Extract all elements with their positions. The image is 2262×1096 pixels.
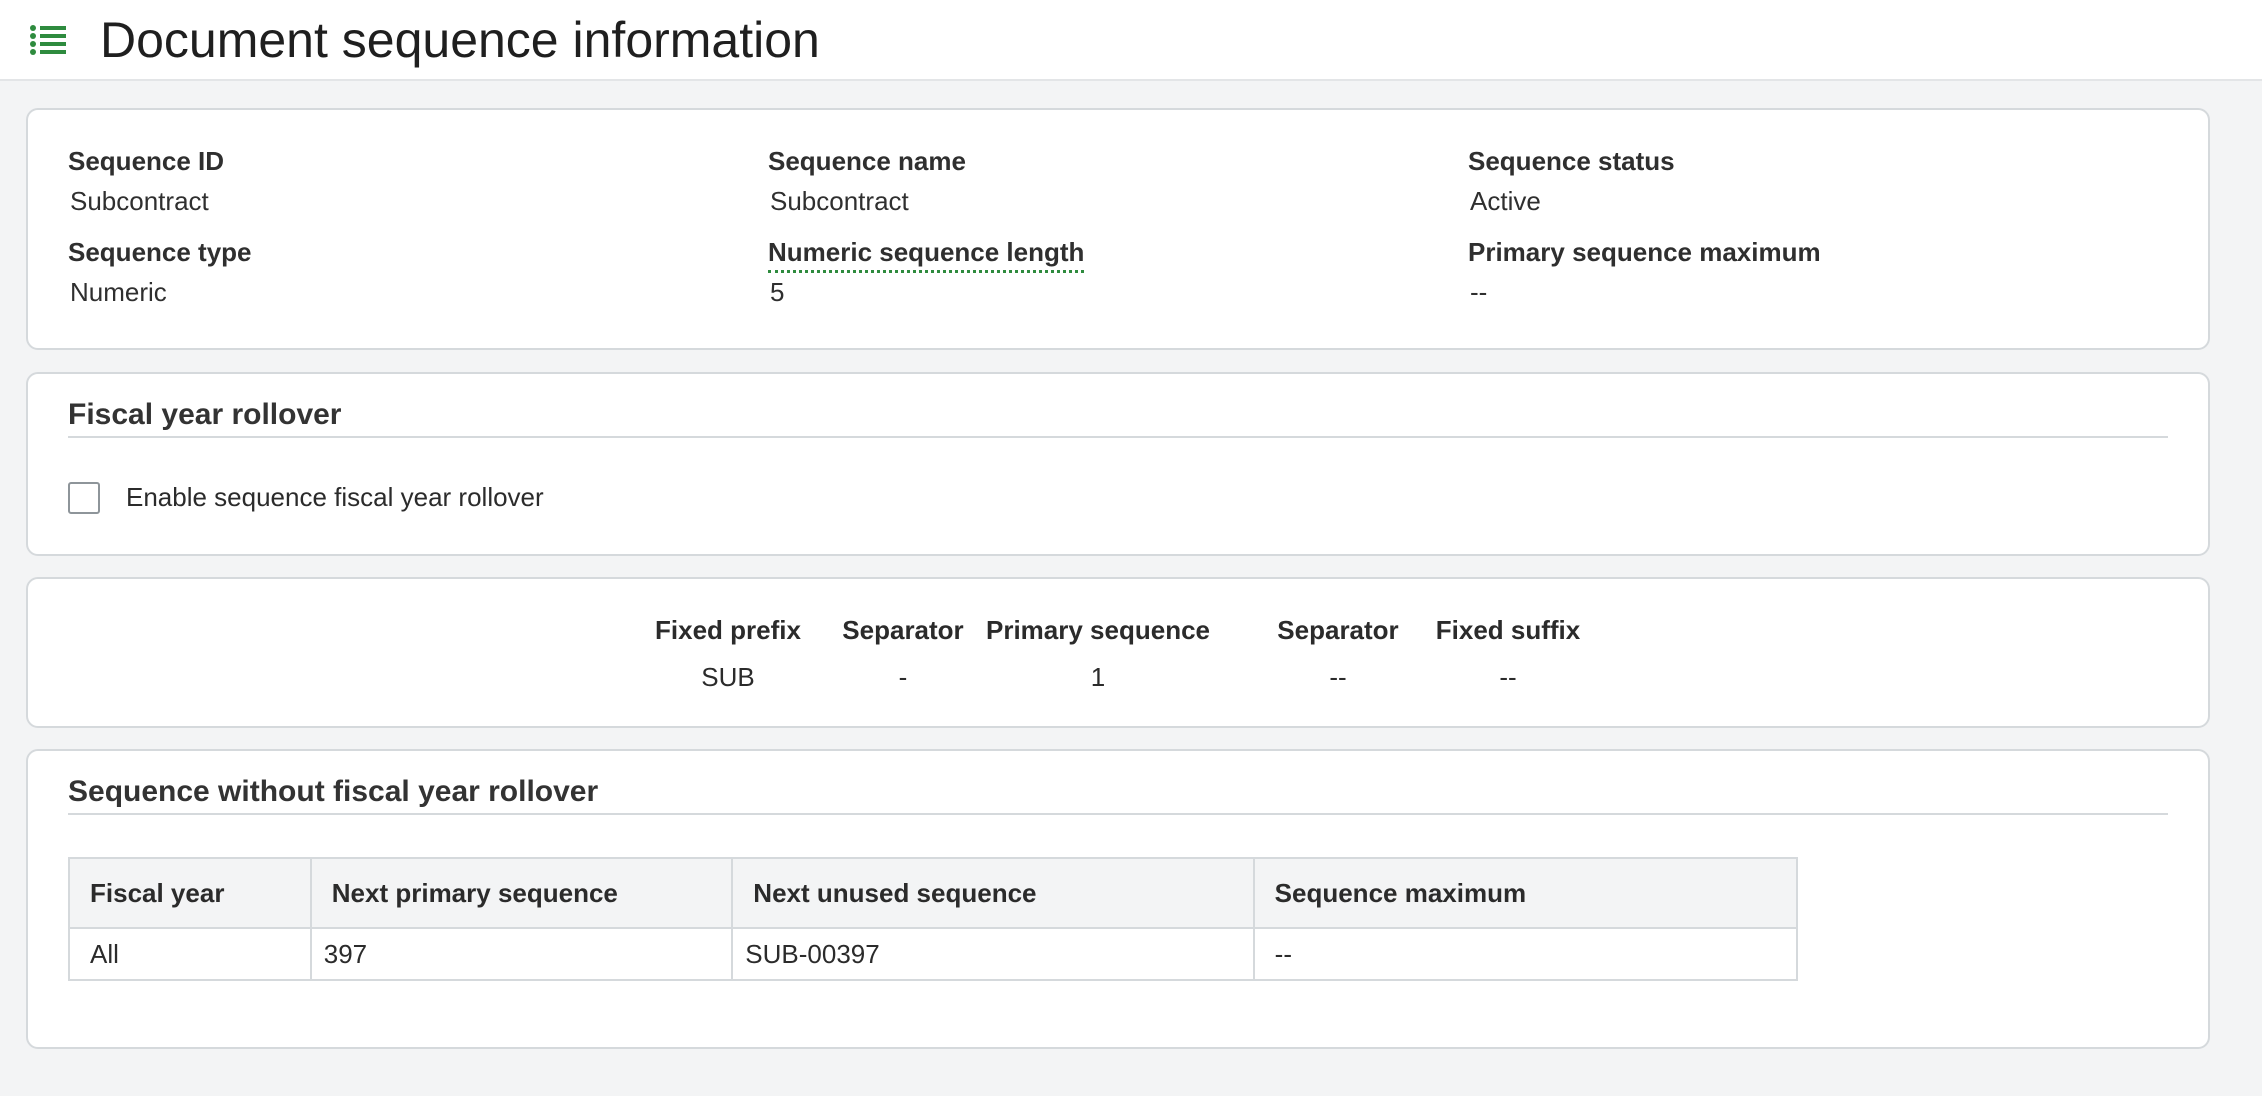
- enable-rollover-label[interactable]: Enable sequence fiscal year rollover: [126, 482, 544, 513]
- list-icon[interactable]: [30, 20, 70, 60]
- format-header: Primary sequence: [985, 615, 1210, 645]
- sequence-details-card: Sequence ID Subcontract Sequence name Su…: [26, 108, 2210, 350]
- section-divider: [68, 436, 2168, 438]
- sequence-id-label: Sequence ID: [68, 146, 225, 176]
- format-value: SUB: [701, 662, 755, 692]
- table-row: All 397 SUB-00397 --: [68, 927, 1799, 981]
- page-header: Document sequence information: [0, 0, 2262, 81]
- fiscal-year-rollover-title: Fiscal year rollover: [68, 398, 342, 431]
- column-header-sequence-maximum: Sequence maximum: [1252, 857, 1799, 929]
- format-column-separator: Separator -: [818, 615, 988, 693]
- sequence-status-value: Active: [1470, 186, 1541, 216]
- column-header-fiscal-year: Fiscal year: [68, 857, 312, 929]
- sequence-type-label: Sequence type: [68, 237, 252, 267]
- format-column-fixed-prefix: Fixed prefix SUB: [633, 615, 823, 693]
- numeric-sequence-length-label[interactable]: Numeric sequence length: [768, 237, 1085, 273]
- numeric-sequence-length-value: 5: [770, 277, 785, 307]
- sequence-format-card: Fixed prefix SUB Separator - Primary seq…: [26, 577, 2210, 728]
- enable-rollover-checkbox[interactable]: [68, 482, 100, 514]
- sequence-name-value: Subcontract: [770, 186, 909, 216]
- fiscal-year-rollover-card: Fiscal year rollover Enable sequence fis…: [26, 372, 2210, 556]
- sequence-status-label: Sequence status: [1468, 146, 1675, 176]
- sequence-without-rollover-title: Sequence without fiscal year rollover: [68, 775, 599, 808]
- format-value: --: [1499, 662, 1517, 692]
- format-value: --: [1329, 662, 1347, 692]
- cell-fiscal-year: All: [68, 927, 312, 981]
- format-header: Separator: [842, 615, 964, 645]
- format-value: -: [898, 662, 908, 692]
- page-title: Document sequence information: [100, 11, 820, 68]
- cell-next-primary-sequence: 397: [309, 927, 734, 981]
- sequence-name-label: Sequence name: [768, 146, 966, 176]
- section-divider: [68, 813, 2168, 815]
- sequence-id-value: Subcontract: [70, 186, 209, 216]
- format-header: Fixed prefix: [655, 615, 801, 645]
- column-header-next-primary-sequence: Next primary sequence: [309, 857, 734, 929]
- primary-sequence-maximum-value: --: [1470, 277, 1488, 307]
- column-header-next-unused-sequence: Next unused sequence: [731, 857, 1255, 929]
- format-column-separator-2: Separator --: [1253, 615, 1423, 693]
- format-value: 1: [1090, 662, 1106, 692]
- format-header: Separator: [1277, 615, 1399, 645]
- table-header-row: Fiscal year Next primary sequence Next u…: [68, 857, 1799, 929]
- primary-sequence-maximum-label: Primary sequence maximum: [1468, 237, 1821, 267]
- format-column-fixed-suffix: Fixed suffix --: [1413, 615, 1603, 693]
- format-header: Fixed suffix: [1435, 615, 1581, 645]
- sequence-table: Fiscal year Next primary sequence Next u…: [68, 857, 1799, 981]
- format-column-primary-sequence: Primary sequence 1: [978, 615, 1218, 693]
- cell-sequence-maximum: --: [1252, 927, 1799, 981]
- sequence-type-value: Numeric: [70, 277, 167, 307]
- cell-next-unused-sequence: SUB-00397: [731, 927, 1255, 981]
- sequence-without-rollover-card: Sequence without fiscal year rollover Fi…: [26, 749, 2210, 1049]
